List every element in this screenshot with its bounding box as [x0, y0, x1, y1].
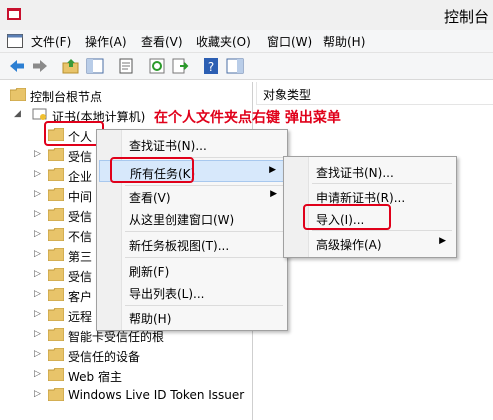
menu-file[interactable]: 文件(F): [31, 33, 71, 50]
folder-icon: [48, 208, 64, 221]
menu-new-taskpad-view[interactable]: 新任务板视图(T)...: [99, 233, 285, 255]
menu-favorites[interactable]: 收藏夹(O): [196, 33, 251, 50]
collapsed-arrow-icon[interactable]: ▷: [34, 269, 44, 279]
folder-icon: [48, 308, 64, 321]
personal-highlight-box: [44, 121, 104, 146]
collapsed-arrow-icon[interactable]: ▷: [34, 249, 44, 259]
menu-find-certificates[interactable]: 查找证书(N)...: [99, 133, 285, 155]
column-header-object-type[interactable]: 对象类型: [256, 82, 493, 105]
folder-icon: [48, 188, 64, 201]
menu-separator: [125, 257, 283, 258]
menu-view[interactable]: 查看(V) ▶: [99, 185, 285, 207]
folder-icon: [48, 148, 64, 161]
refresh-icon[interactable]: [148, 57, 166, 75]
console-menu-icon[interactable]: [7, 34, 23, 48]
folder-icon: [48, 328, 64, 341]
collapsed-arrow-icon[interactable]: ▷: [34, 149, 44, 159]
window-title: 控制台: [444, 8, 490, 26]
show-hide-action-pane-icon[interactable]: [226, 57, 244, 75]
mmc-app-icon: [7, 8, 21, 20]
menu-help[interactable]: 帮助(H): [323, 33, 365, 50]
certificate-store-icon: [32, 108, 47, 120]
collapsed-arrow-icon[interactable]: ▷: [34, 169, 44, 179]
help-icon[interactable]: ?: [202, 57, 220, 75]
menu-view[interactable]: 查看(V): [141, 33, 183, 50]
all-tasks-highlight-box: [110, 157, 194, 183]
annotation-text: 在个人文件夹点右键 弹出菜单: [154, 110, 341, 126]
submenu-arrow-icon: ▶: [269, 165, 276, 175]
folder-icon: [48, 388, 64, 401]
folder-icon: [48, 228, 64, 241]
tree-root[interactable]: 控制台根节点: [6, 85, 246, 105]
collapsed-arrow-icon[interactable]: ▷: [34, 189, 44, 199]
menu-export-list[interactable]: 导出列表(L)...: [99, 281, 285, 303]
collapsed-arrow-icon[interactable]: ▷: [34, 349, 44, 359]
up-folder-icon[interactable]: [62, 57, 80, 75]
toolbar: ?: [0, 53, 493, 80]
menu-separator: [312, 230, 452, 231]
folder-icon: [48, 168, 64, 181]
properties-icon[interactable]: [117, 57, 135, 75]
folder-icon: [48, 348, 64, 361]
export-list-icon[interactable]: [171, 57, 189, 75]
back-arrow-icon[interactable]: [8, 57, 26, 75]
menu-separator: [312, 183, 452, 184]
menu-action[interactable]: 操作(A): [85, 33, 127, 50]
submenu-advanced-operations[interactable]: 高级操作(A) ▶: [286, 232, 454, 254]
svg-text:?: ?: [208, 60, 214, 74]
menu-help[interactable]: 帮助(H): [99, 306, 285, 328]
submenu-arrow-icon: ▶: [270, 189, 277, 199]
forward-arrow-icon[interactable]: [31, 57, 49, 75]
folder-icon: [48, 288, 64, 301]
title-bar: 控制台: [0, 0, 493, 30]
show-hide-tree-icon[interactable]: [86, 57, 104, 75]
menu-bar: 文件(F) 操作(A) 查看(V) 收藏夹(O) 窗口(W) 帮助(H): [0, 30, 493, 53]
menu-new-window-from-here[interactable]: 从这里创建窗口(W): [99, 207, 285, 229]
collapsed-arrow-icon[interactable]: ▷: [34, 309, 44, 319]
folder-icon: [48, 368, 64, 381]
collapsed-arrow-icon[interactable]: ▷: [34, 389, 44, 399]
folder-icon: [10, 88, 26, 101]
collapsed-arrow-icon[interactable]: ▷: [34, 209, 44, 219]
menu-refresh[interactable]: 刷新(F): [99, 259, 285, 281]
expanded-arrow-icon[interactable]: ◢: [14, 109, 24, 119]
import-highlight-box: [303, 204, 391, 230]
submenu-find-certificates[interactable]: 查找证书(N)...: [286, 160, 454, 182]
submenu-arrow-icon: ▶: [439, 236, 446, 246]
collapsed-arrow-icon[interactable]: ▷: [34, 369, 44, 379]
folder-icon: [48, 248, 64, 261]
collapsed-arrow-icon[interactable]: ▷: [34, 329, 44, 339]
tree-item[interactable]: ▷ 受信任的设备: [34, 345, 244, 365]
menu-window[interactable]: 窗口(W): [267, 33, 312, 50]
folder-icon: [48, 268, 64, 281]
tree-item[interactable]: ▷ Web 宿主: [34, 365, 244, 385]
menu-separator: [125, 231, 283, 232]
tree-item[interactable]: ▷ Windows Live ID Token Issuer: [34, 385, 249, 405]
collapsed-arrow-icon[interactable]: ▷: [34, 229, 44, 239]
collapsed-arrow-icon[interactable]: ▷: [34, 289, 44, 299]
